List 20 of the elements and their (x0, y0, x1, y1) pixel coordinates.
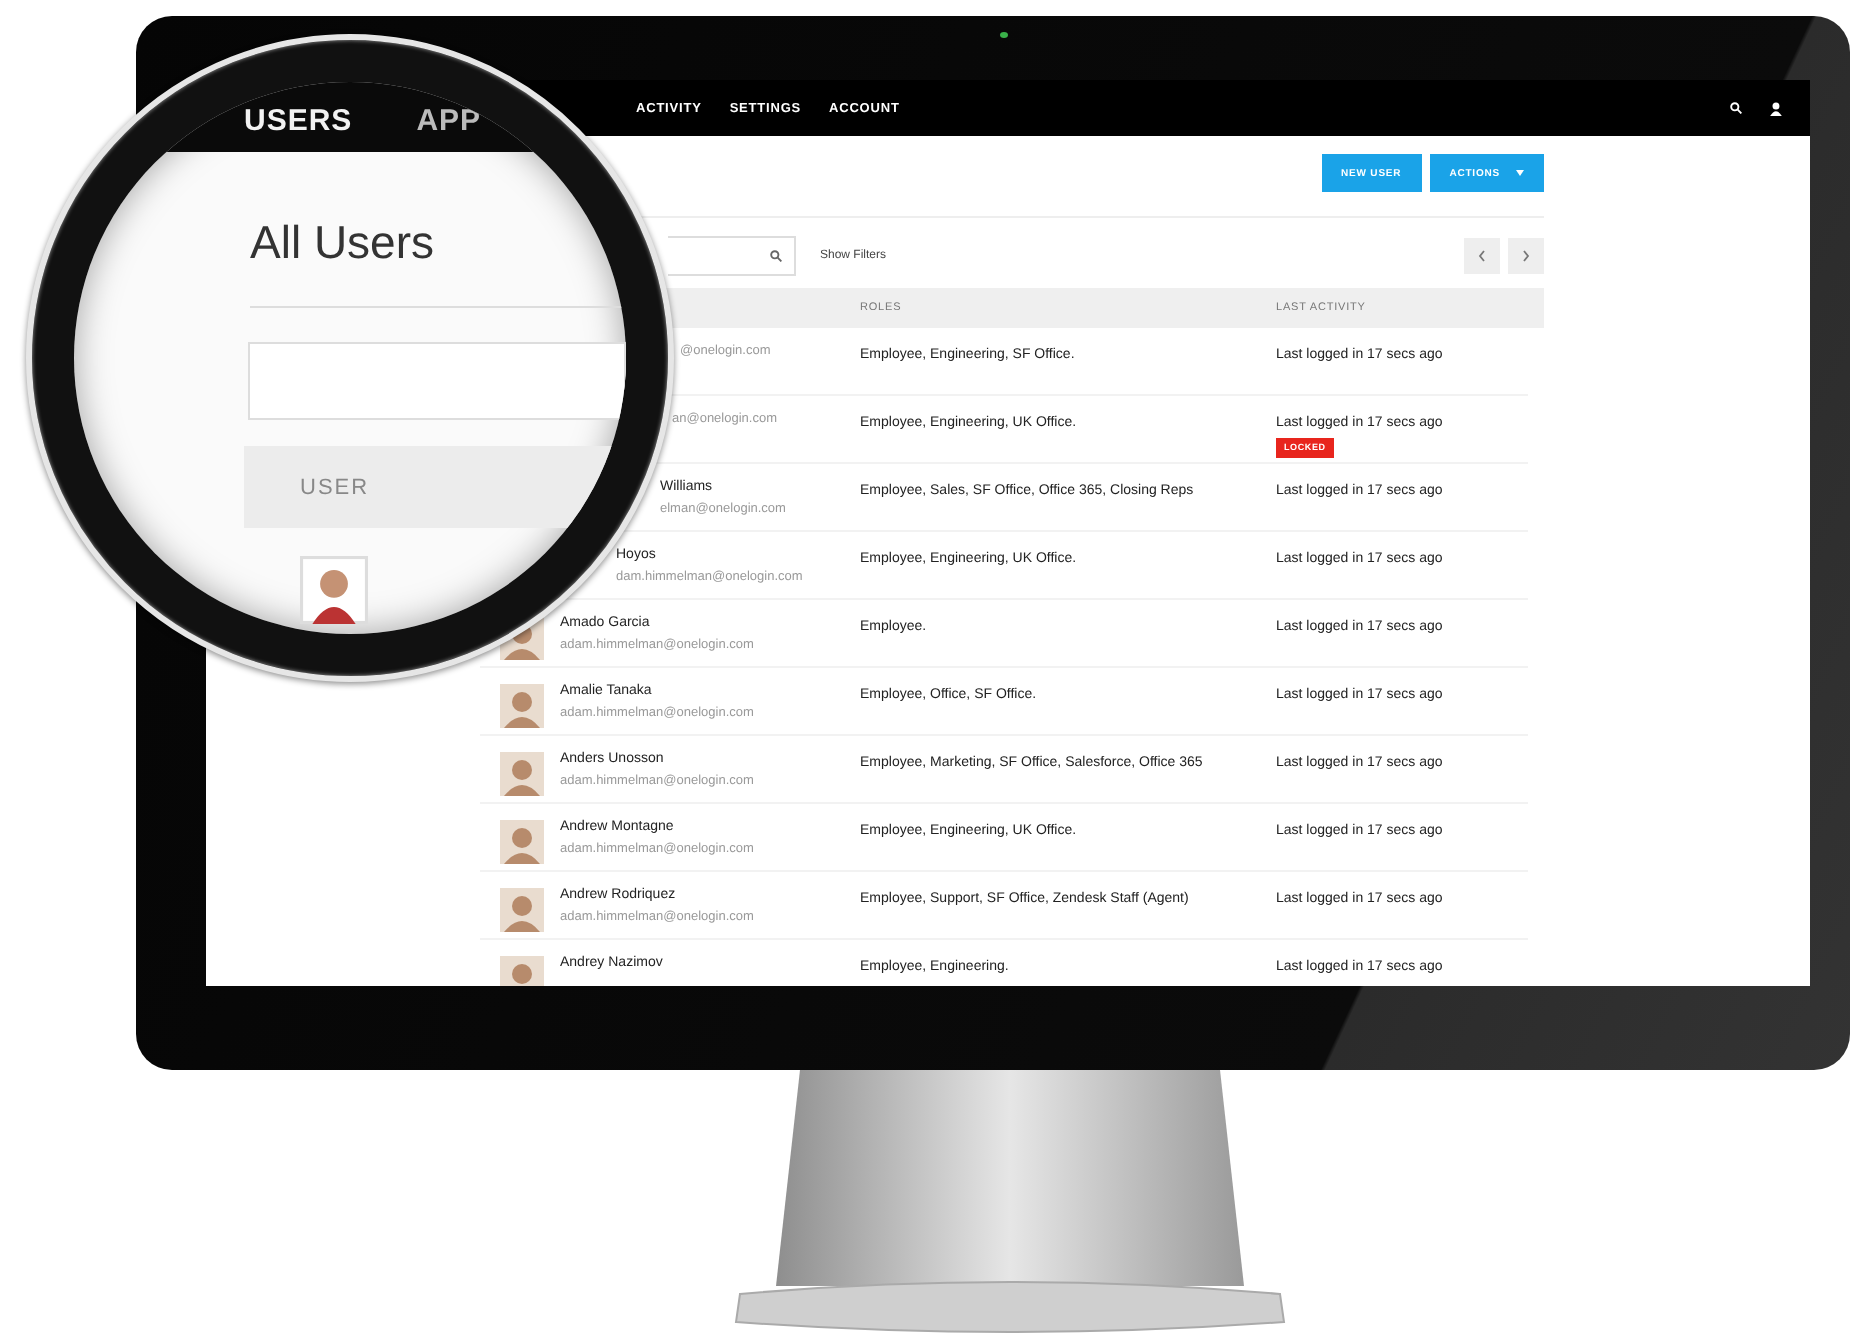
avatar-icon (500, 752, 544, 796)
avatar-icon (500, 820, 544, 864)
caret-icon (1516, 170, 1524, 176)
camera-light-icon (1000, 32, 1008, 38)
search-field[interactable] (668, 236, 796, 276)
search-icon[interactable] (1730, 102, 1742, 114)
avatar-icon (500, 684, 544, 728)
next-page-button[interactable] (1508, 238, 1544, 274)
column-header: USER (300, 475, 370, 499)
nav-item[interactable]: USERS (244, 104, 353, 138)
page-heading: All Users (250, 216, 437, 270)
previous-page-button[interactable] (1464, 238, 1500, 274)
chevron-right-icon (1522, 250, 1530, 262)
search-icon (770, 250, 782, 262)
avatar-icon (500, 888, 544, 932)
chevron-left-icon (1478, 250, 1486, 262)
nav-item[interactable]: APP (416, 104, 482, 138)
user-icon[interactable] (1770, 101, 1782, 115)
search-field[interactable] (248, 342, 626, 420)
avatar-icon (300, 556, 368, 624)
